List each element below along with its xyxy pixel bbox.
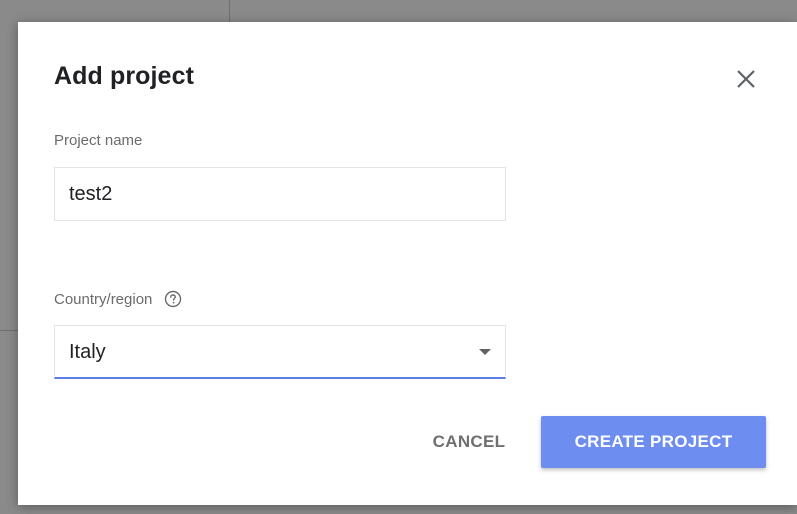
background-divider-2 xyxy=(0,330,18,331)
add-project-dialog: Add project Project name Country/region … xyxy=(18,22,797,505)
country-region-select[interactable]: Italy xyxy=(54,325,506,379)
dropdown-arrow-icon xyxy=(479,349,491,355)
dialog-title: Add project xyxy=(54,62,194,90)
create-project-button[interactable]: CREATE PROJECT xyxy=(541,416,766,468)
cancel-button[interactable]: CANCEL xyxy=(414,416,524,468)
project-name-label: Project name xyxy=(54,132,143,149)
close-button[interactable] xyxy=(733,66,759,92)
background-divider xyxy=(229,0,230,22)
help-circle-icon[interactable] xyxy=(164,290,182,308)
country-region-label: Country/region xyxy=(54,290,153,308)
country-region-label-row: Country/region xyxy=(54,290,182,308)
project-name-input[interactable] xyxy=(54,167,506,221)
country-selected-value: Italy xyxy=(69,341,106,363)
close-icon xyxy=(733,66,759,92)
